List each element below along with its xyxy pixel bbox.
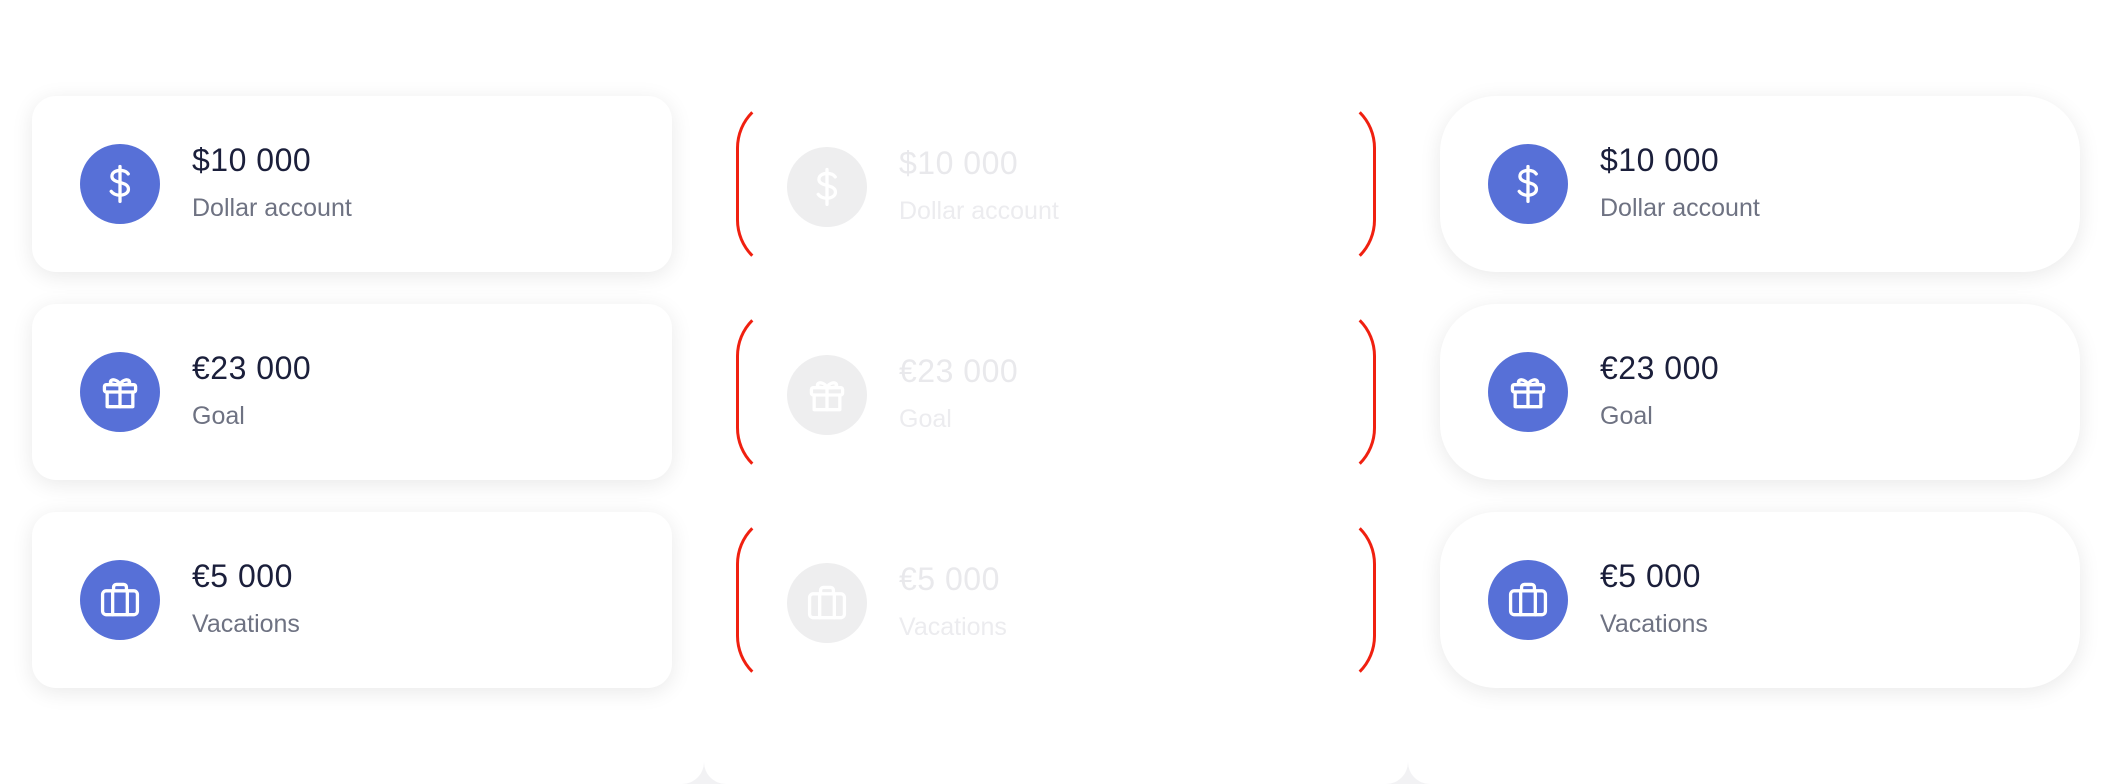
briefcase-icon	[80, 560, 160, 640]
account-card-goal-ghost[interactable]: €23 000 Goal	[736, 304, 1376, 480]
card-label: Goal	[1600, 402, 1653, 430]
gift-icon	[787, 355, 867, 435]
card-label: Vacations	[192, 610, 300, 638]
card-label: Dollar account	[1600, 194, 1760, 222]
dollar-icon	[1488, 144, 1568, 224]
dollar-icon	[80, 144, 160, 224]
card-amount: €23 000	[899, 353, 1019, 389]
card-label: Vacations	[899, 613, 1007, 641]
card-amount: €23 000	[1600, 350, 1720, 386]
card-amount: €5 000	[899, 561, 1000, 597]
card-label: Goal	[899, 405, 952, 433]
account-card-goal[interactable]: €23 000 Goal	[32, 304, 672, 480]
briefcase-icon	[1488, 560, 1568, 640]
account-card-vacations[interactable]: €5 000 Vacations	[32, 512, 672, 688]
account-card-goal-rounded[interactable]: €23 000 Goal	[1440, 304, 2080, 480]
dollar-icon	[787, 147, 867, 227]
canvas: $10 000 Dollar account €23 000 Goal €5 0…	[0, 0, 2112, 784]
account-card-vacations-ghost[interactable]: €5 000 Vacations	[736, 512, 1376, 688]
card-amount: $10 000	[899, 145, 1019, 181]
card-label: Dollar account	[899, 197, 1059, 225]
card-amount: €23 000	[192, 350, 312, 386]
card-label: Dollar account	[192, 194, 352, 222]
briefcase-icon	[787, 563, 867, 643]
gift-icon	[1488, 352, 1568, 432]
card-amount: €5 000	[192, 558, 293, 594]
account-card-dollar-rounded[interactable]: $10 000 Dollar account	[1440, 96, 2080, 272]
account-card-dollar[interactable]: $10 000 Dollar account	[32, 96, 672, 272]
card-label: Vacations	[1600, 610, 1708, 638]
card-amount: $10 000	[192, 142, 312, 178]
account-card-vacations-rounded[interactable]: €5 000 Vacations	[1440, 512, 2080, 688]
card-label: Goal	[192, 402, 245, 430]
account-card-dollar-ghost[interactable]: $10 000 Dollar account	[736, 96, 1376, 272]
gift-icon	[80, 352, 160, 432]
card-amount: $10 000	[1600, 142, 1720, 178]
card-amount: €5 000	[1600, 558, 1701, 594]
